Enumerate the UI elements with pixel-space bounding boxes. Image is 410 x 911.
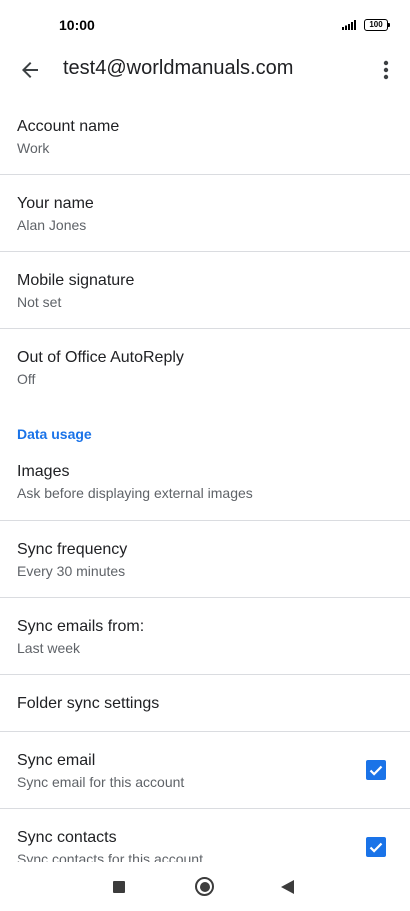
nav-back-icon[interactable]	[281, 880, 294, 894]
setting-label: Sync email	[17, 752, 96, 769]
setting-label: Your name	[17, 195, 94, 212]
setting-folder-sync[interactable]: Folder sync settings	[0, 675, 410, 731]
setting-value: Last week	[17, 640, 81, 656]
setting-out-of-office[interactable]: Out of Office AutoReply Off	[0, 329, 410, 409]
setting-mobile-signature[interactable]: Mobile signature Not set	[0, 252, 410, 328]
setting-images[interactable]: Images Ask before displaying external im…	[0, 452, 410, 519]
setting-label: Out of Office AutoReply	[17, 349, 184, 366]
app-bar: test4@worldmanuals.com	[0, 48, 410, 92]
status-time: 10:00	[59, 17, 95, 33]
setting-sync-frequency[interactable]: Sync frequency Every 30 minutes	[0, 521, 410, 597]
setting-label: Folder sync settings	[17, 695, 160, 712]
sync-contacts-checkbox[interactable]	[366, 837, 386, 857]
battery-icon: 100	[364, 19, 390, 31]
home-icon-inner	[199, 881, 210, 892]
setting-label: Sync frequency	[17, 541, 128, 558]
arrow-back-icon[interactable]	[14, 54, 46, 86]
battery-level: 100	[364, 19, 388, 31]
setting-sync-email[interactable]: Sync email Sync email for this account	[0, 732, 410, 808]
setting-label: Sync contacts	[17, 829, 117, 846]
section-header-data-usage: Data usage	[17, 426, 92, 442]
setting-value: Sync email for this account	[17, 774, 185, 790]
recents-icon[interactable]	[113, 881, 125, 893]
setting-value: Work	[17, 140, 50, 156]
setting-your-name[interactable]: Your name Alan Jones	[0, 175, 410, 251]
setting-sync-emails-from[interactable]: Sync emails from: Last week	[0, 598, 410, 674]
settings-list: Account name Work Your name Alan Jones M…	[0, 97, 410, 862]
setting-label: Account name	[17, 118, 120, 135]
more-vert-icon[interactable]	[372, 54, 400, 86]
setting-value: Off	[17, 371, 36, 387]
setting-label: Images	[17, 463, 70, 480]
battery-tip	[388, 23, 390, 27]
page-title: test4@worldmanuals.com	[63, 57, 294, 79]
setting-value: Ask before displaying external images	[17, 485, 253, 501]
setting-label: Sync emails from:	[17, 618, 145, 635]
signal-icon	[342, 20, 356, 30]
home-icon[interactable]	[195, 877, 214, 896]
setting-label: Mobile signature	[17, 272, 135, 289]
setting-value: Sync contacts for this account	[17, 851, 203, 862]
sync-email-checkbox[interactable]	[366, 760, 386, 780]
setting-sync-contacts[interactable]: Sync contacts Sync contacts for this acc…	[0, 809, 410, 862]
system-nav-bar	[0, 862, 410, 911]
setting-value: Every 30 minutes	[17, 563, 126, 579]
status-bar: 10:00 100	[0, 0, 410, 48]
setting-value: Alan Jones	[17, 217, 87, 233]
setting-value: Not set	[17, 294, 62, 310]
setting-account-name[interactable]: Account name Work	[0, 97, 410, 174]
